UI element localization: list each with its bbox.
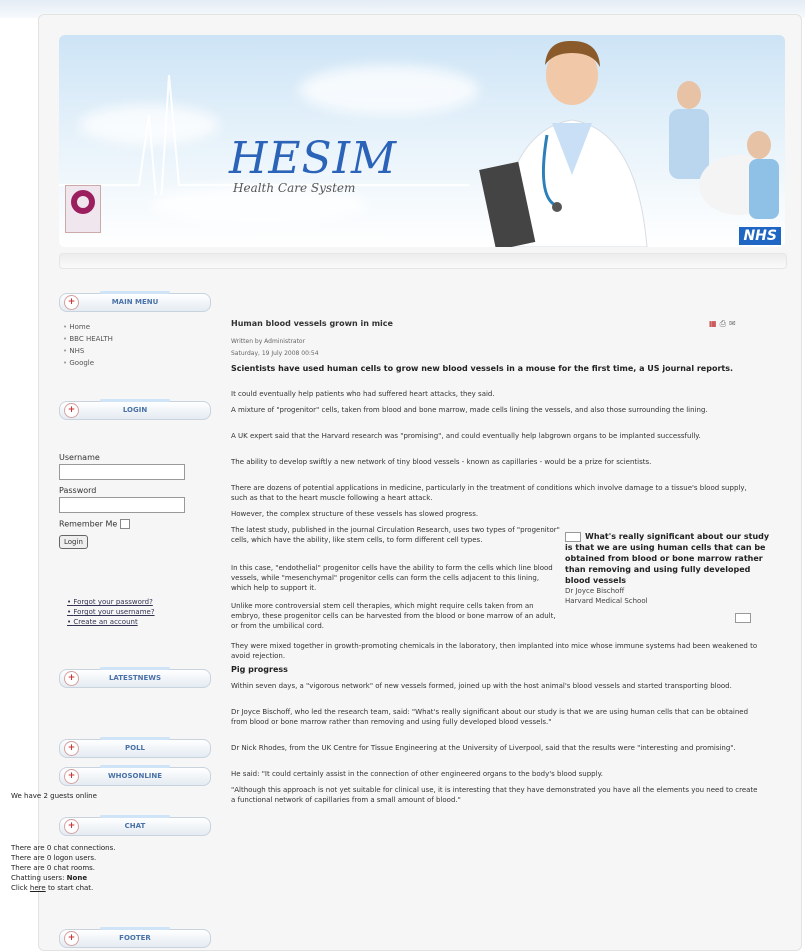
article-paragraph: "Although this approach is not yet suita…: [231, 786, 758, 804]
plus-icon[interactable]: +: [64, 741, 79, 756]
quote-close-icon: [735, 613, 751, 623]
article-paragraph: They were mixed together in growth-promo…: [231, 642, 758, 660]
article-author: Written by Administrator: [231, 338, 306, 345]
article-paragraph: Dr Nick Rhodes, from the UK Centre for T…: [231, 744, 736, 752]
article-paragraph: Unlike more controversial stem cell ther…: [231, 602, 556, 630]
chat-info: There are 0 chat connections. There are …: [11, 843, 115, 893]
login-links: Forgot your password? Forgot your userna…: [67, 597, 155, 627]
login-form: Username Password Remember Me Login: [59, 453, 185, 549]
pull-quote: What's really significant about our stud…: [565, 531, 775, 606]
main-menu-list: Home BBC HEALTH NHS Google: [63, 321, 113, 369]
plus-icon[interactable]: +: [64, 295, 79, 310]
article-paragraph: The ability to develop swiftly a new net…: [231, 458, 652, 466]
article-paragraph: There are dozens of potential applicatio…: [231, 484, 747, 502]
module-title: CHAT: [124, 822, 146, 830]
latestnews-header[interactable]: + LATESTNEWS: [59, 667, 211, 688]
article-paragraph: However, the complex structure of these …: [231, 510, 479, 518]
whosonline-text: We have 2 guests online: [11, 792, 97, 800]
nhs-badge: NHS: [739, 227, 781, 245]
menu-item-nhs[interactable]: NHS: [63, 345, 113, 357]
quote-text: What's really significant about our stud…: [565, 532, 770, 585]
module-title: MAIN MENU: [111, 298, 159, 306]
plus-icon[interactable]: +: [64, 403, 79, 418]
article-subheading: Pig progress: [231, 665, 288, 674]
article-lead: Scientists have used human cells to grow…: [231, 364, 734, 373]
article-paragraph: Dr Joyce Bischoff, who led the research …: [231, 708, 749, 726]
chat-click-suffix: to start chat.: [47, 884, 94, 892]
hospital-logo: [65, 185, 101, 233]
module-title: LOGIN: [122, 406, 148, 414]
quote-author: Dr Joyce Bischoff: [565, 587, 625, 595]
email-icon[interactable]: ✉: [729, 319, 739, 329]
module-title: WHOSONLINE: [107, 772, 163, 780]
chat-users-value: None: [66, 874, 88, 882]
chat-logon-users: There are 0 logon users.: [11, 854, 97, 862]
password-input[interactable]: [59, 497, 185, 513]
module-title: LATESTNEWS: [108, 674, 162, 682]
menu-item-google[interactable]: Google: [63, 357, 113, 369]
remember-label: Remember Me: [59, 519, 118, 529]
module-title: POLL: [124, 744, 145, 752]
brand-tagline: Health Care System: [233, 181, 356, 195]
quote-org: Harvard Medical School: [565, 597, 648, 605]
patient-illustration: [669, 81, 779, 219]
main-menu-header[interactable]: + MAIN MENU: [59, 291, 211, 312]
menu-item-bbc-health[interactable]: BBC HEALTH: [63, 333, 113, 345]
footer-header[interactable]: + FOOTER: [59, 927, 211, 948]
whosonline-header[interactable]: + WHOSONLINE: [59, 765, 211, 786]
poll-header[interactable]: + POLL: [59, 737, 211, 758]
login-button[interactable]: Login: [59, 535, 88, 549]
header-banner: HESIM Health Care System NHS: [59, 35, 785, 247]
article-paragraph: It could eventually help patients who ha…: [231, 390, 495, 398]
article-paragraph: The latest study, published in the journ…: [231, 526, 560, 544]
username-label: Username: [59, 453, 100, 462]
article-title: Human blood vessels grown in mice: [231, 319, 393, 328]
create-account-link[interactable]: Create an account: [67, 617, 155, 627]
plus-icon[interactable]: +: [64, 819, 79, 834]
article-icons: ▦⎙✉: [709, 319, 739, 329]
page-container: HESIM Health Care System NHS + MAIN MENU…: [11, 14, 802, 951]
forgot-username-link[interactable]: Forgot your username?: [67, 607, 154, 617]
plus-icon[interactable]: +: [64, 931, 79, 946]
pdf-icon[interactable]: ▦: [709, 319, 720, 329]
sub-header-bar: [59, 253, 787, 269]
article-paragraph: A mixture of "progenitor" cells, taken f…: [231, 406, 708, 414]
article-paragraph: Within seven days, a "vigorous network" …: [231, 682, 732, 690]
menu-item-home[interactable]: Home: [63, 321, 113, 333]
chat-header[interactable]: + CHAT: [59, 815, 211, 836]
username-input[interactable]: [59, 464, 185, 480]
article-date: Saturday, 19 July 2008 00:54: [231, 350, 319, 357]
doctor-illustration: [479, 40, 648, 247]
forgot-password-link[interactable]: Forgot your password?: [67, 597, 155, 607]
remember-checkbox[interactable]: [120, 519, 131, 529]
password-label: Password: [59, 486, 97, 495]
chat-connections: There are 0 chat connections.: [11, 844, 116, 852]
chat-click-prefix: Click: [11, 884, 28, 892]
print-icon[interactable]: ⎙: [720, 319, 729, 329]
plus-icon[interactable]: +: [64, 671, 79, 686]
quote-open-icon: [565, 531, 581, 542]
article-paragraph: He said: "It could certainly assist in t…: [231, 770, 603, 778]
chat-rooms: There are 0 chat rooms.: [11, 864, 96, 872]
article-paragraph: A UK expert said that the Harvard resear…: [231, 432, 701, 440]
module-title: FOOTER: [119, 934, 151, 942]
article-paragraph: In this case, "endothelial" progenitor c…: [231, 564, 553, 592]
plus-icon[interactable]: +: [64, 769, 79, 784]
chat-users-label: Chatting users:: [11, 874, 65, 882]
brand-title: HESIM: [229, 133, 398, 184]
chat-here-link[interactable]: here: [30, 884, 46, 892]
login-header[interactable]: + LOGIN: [59, 399, 211, 420]
